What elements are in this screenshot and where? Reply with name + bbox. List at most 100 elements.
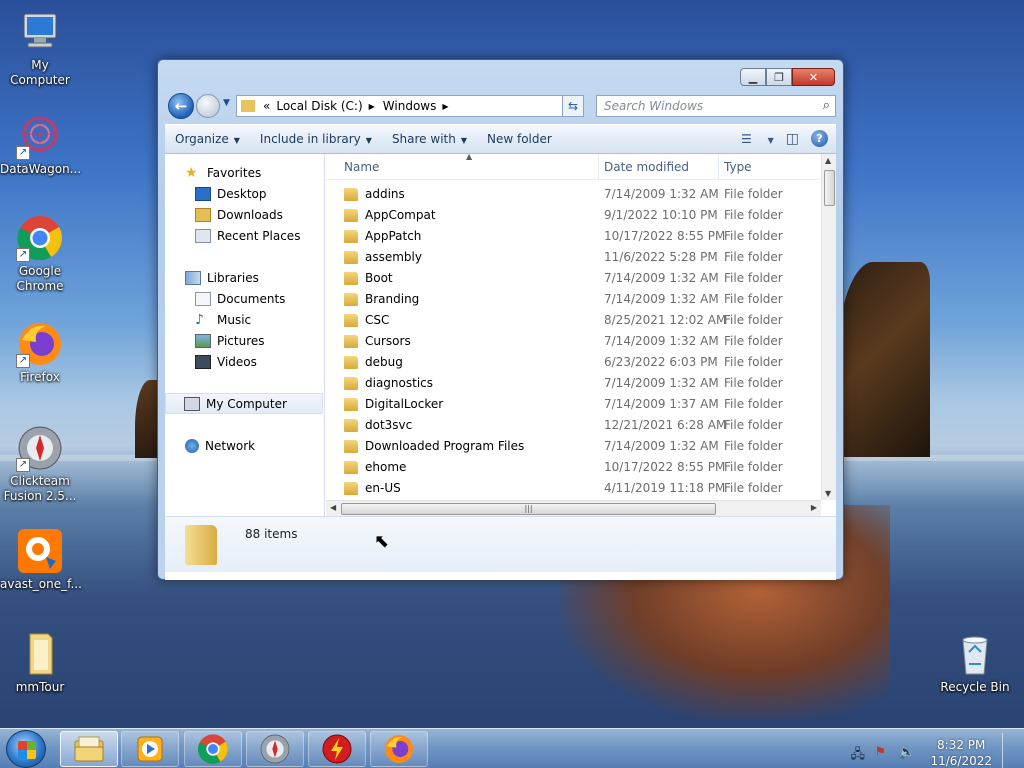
column-header-type[interactable]: Type: [724, 160, 752, 174]
file-row[interactable]: dot3svc 12/21/2021 6:28 AM File folder: [326, 415, 820, 436]
minimize-button[interactable]: ▁: [740, 68, 766, 86]
show-desktop-button[interactable]: [1002, 733, 1014, 768]
maximize-button[interactable]: ❐: [766, 68, 792, 86]
file-row[interactable]: Branding 7/14/2009 1:32 AM File folder: [326, 289, 820, 310]
include-in-library-button[interactable]: Include in library ▼: [250, 132, 382, 146]
file-row[interactable]: AppPatch 10/17/2022 8:55 PM File folder: [326, 226, 820, 247]
desktop-icon-clickteam-fusion[interactable]: ↗ Clickteam Fusion 2.5...: [0, 424, 80, 504]
change-view-icon[interactable]: ☰ ▼: [741, 132, 774, 146]
taskbar-firefox[interactable]: [370, 731, 428, 767]
share-with-button[interactable]: Share with ▼: [382, 132, 477, 146]
column-header-date-modified[interactable]: Date modified: [604, 160, 689, 174]
close-button[interactable]: ✕: [792, 68, 835, 86]
nav-recent-places[interactable]: Recent Places: [165, 225, 323, 246]
file-row[interactable]: Downloaded Program Files 7/14/2009 1:32 A…: [326, 436, 820, 457]
start-button[interactable]: [6, 730, 46, 768]
nav-music[interactable]: ♪ Music: [165, 309, 323, 330]
column-separator[interactable]: [718, 154, 719, 180]
shortcut-arrow-icon: ↗: [16, 146, 30, 160]
refresh-button[interactable]: ⇆: [562, 95, 584, 117]
file-row[interactable]: Boot 7/14/2009 1:32 AM File folder: [326, 268, 820, 289]
file-name: Boot: [365, 271, 393, 285]
file-row[interactable]: diagnostics 7/14/2009 1:32 AM File folder: [326, 373, 820, 394]
nav-documents[interactable]: Documents: [165, 288, 323, 309]
desktop-icon-my-computer[interactable]: My Computer: [0, 8, 80, 88]
new-folder-button[interactable]: New folder: [477, 132, 562, 146]
folder-icon: [185, 525, 217, 565]
vertical-scroll-thumb[interactable]: [824, 170, 835, 206]
file-type: File folder: [724, 250, 783, 264]
preview-pane-icon[interactable]: ◫: [786, 131, 799, 147]
breadcrumb-separator-icon[interactable]: ▶: [442, 102, 448, 111]
file-type: File folder: [724, 229, 783, 243]
file-row[interactable]: addins 7/14/2009 1:32 AM File folder: [326, 184, 820, 205]
explorer-window[interactable]: ▁ ❐ ✕ ← ▼ « Local Disk (C:) ▶ Windows ▶ …: [157, 59, 844, 580]
folder-icon: [344, 398, 358, 411]
recent-pages-dropdown[interactable]: ▼: [223, 98, 230, 108]
clock[interactable]: 8:32 PM 11/6/2022: [930, 737, 992, 768]
forward-button[interactable]: [196, 94, 220, 118]
chrome-icon: ↗: [16, 214, 64, 262]
taskbar-explorer[interactable]: [60, 731, 118, 767]
file-row[interactable]: Cursors 7/14/2009 1:32 AM File folder: [326, 331, 820, 352]
desktop-icon-label: DataWagon...: [0, 162, 82, 176]
column-header-name[interactable]: Name: [344, 160, 379, 174]
desktop-icon-avast[interactable]: avast_one_f...: [0, 527, 82, 592]
search-input[interactable]: Search Windows ⌕: [596, 95, 836, 117]
scroll-down-icon[interactable]: ▼: [825, 489, 831, 498]
organize-button[interactable]: Organize ▼: [165, 132, 250, 146]
volume-icon[interactable]: 🔈: [898, 745, 914, 761]
horizontal-scrollbar[interactable]: ◀ ||| ▶: [326, 500, 821, 516]
file-row[interactable]: debug 6/23/2022 6:03 PM File folder: [326, 352, 820, 373]
file-type: File folder: [724, 439, 783, 453]
horizontal-scroll-thumb[interactable]: |||: [341, 503, 716, 515]
taskbar-chrome[interactable]: [184, 731, 242, 767]
folder-icon: [344, 461, 358, 474]
breadcrumb-overflow[interactable]: «: [263, 99, 270, 113]
help-icon[interactable]: ?: [811, 130, 828, 147]
item-count: 88 items: [245, 527, 298, 541]
address-bar[interactable]: « Local Disk (C:) ▶ Windows ▶ ▼: [236, 95, 584, 117]
file-row[interactable]: DigitalLocker 7/14/2009 1:37 AM File folde…: [326, 394, 820, 415]
file-type: File folder: [724, 313, 783, 327]
file-row[interactable]: AppCompat 9/1/2022 10:10 PM File folder: [326, 205, 820, 226]
back-button[interactable]: ←: [168, 93, 194, 119]
taskbar-media-player[interactable]: [121, 731, 179, 767]
desktop-icon-label: Recycle Bin: [940, 680, 1010, 694]
nav-videos[interactable]: Videos: [165, 351, 323, 372]
nav-downloads[interactable]: Downloads: [165, 204, 323, 225]
file-type: File folder: [724, 376, 783, 390]
window-controls: ▁ ❐ ✕: [740, 68, 835, 86]
scroll-left-icon[interactable]: ◀: [330, 503, 336, 512]
breadcrumb-separator-icon[interactable]: ▶: [369, 102, 375, 111]
nav-desktop[interactable]: Desktop: [165, 183, 323, 204]
network-tray-icon[interactable]: 🖧: [850, 745, 866, 762]
address-row: ← ▼ « Local Disk (C:) ▶ Windows ▶ ▼ ⇆ Se…: [166, 93, 836, 119]
breadcrumb-windows[interactable]: Windows: [383, 99, 437, 113]
vertical-scrollbar[interactable]: ▲ ▼: [821, 154, 836, 500]
breadcrumb-local-disk[interactable]: Local Disk (C:): [276, 99, 362, 113]
desktop-icon-google-chrome[interactable]: ↗ Google Chrome: [0, 214, 80, 294]
taskbar-clickteam[interactable]: [246, 731, 304, 767]
nav-pictures[interactable]: Pictures: [165, 330, 323, 351]
taskbar-flash[interactable]: [308, 731, 366, 767]
nav-my-computer[interactable]: My Computer: [165, 393, 323, 414]
desktop-icon-firefox[interactable]: ↗ Firefox: [0, 320, 80, 385]
file-row[interactable]: CSC 8/25/2021 12:02 AM File folder: [326, 310, 820, 331]
desktop-icon-datawagon[interactable]: ↗ DataWagon...: [0, 112, 82, 177]
file-row[interactable]: en-US 4/11/2019 11:18 PM File folder: [326, 478, 820, 499]
scroll-right-icon[interactable]: ▶: [811, 503, 817, 512]
scroll-up-icon[interactable]: ▲: [825, 156, 831, 165]
file-row[interactable]: assembly 11/6/2022 5:28 PM File folder: [326, 247, 820, 268]
search-icon[interactable]: ⌕: [823, 98, 830, 113]
nav-libraries[interactable]: Libraries: [165, 267, 323, 288]
file-name: CSC: [365, 313, 390, 327]
desktop-icon-recycle-bin[interactable]: Recycle Bin: [935, 630, 1015, 695]
nav-favorites[interactable]: ★ Favorites: [165, 162, 323, 183]
column-separator[interactable]: [598, 154, 599, 180]
file-date-modified: 11/6/2022 5:28 PM: [604, 250, 718, 264]
action-center-flag-icon[interactable]: ⚑: [874, 745, 890, 761]
file-row[interactable]: ehome 10/17/2022 8:55 PM File folder: [326, 457, 820, 478]
desktop-icon-mmtour[interactable]: mmTour: [0, 630, 80, 695]
nav-network[interactable]: Network: [165, 435, 323, 456]
